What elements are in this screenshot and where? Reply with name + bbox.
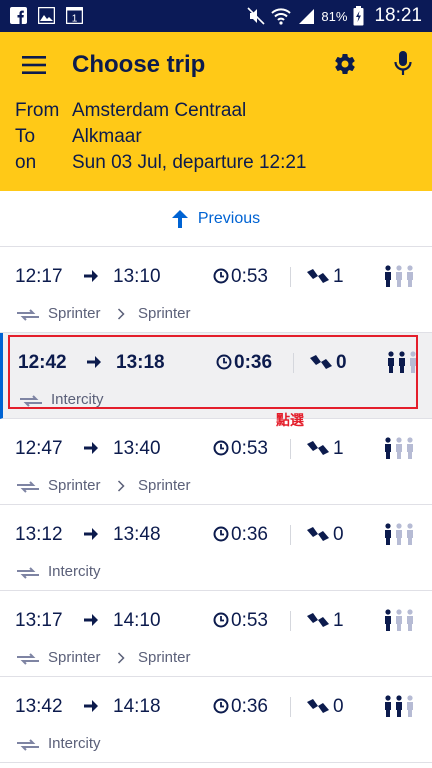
train-icon	[17, 567, 39, 579]
from-station: Amsterdam Centraal	[72, 100, 247, 121]
transfer-icon	[307, 699, 329, 713]
transfer-count: 1	[333, 610, 344, 631]
microphone-icon[interactable]	[394, 51, 412, 77]
date-row[interactable]: on Sun 03 Jul, departure 12:21	[15, 152, 307, 174]
on-label: on	[15, 152, 37, 173]
signal-icon	[299, 9, 315, 24]
transfer-icon	[307, 613, 329, 627]
train-icon	[17, 653, 39, 665]
arrival-time: 14:10	[113, 610, 161, 631]
to-row[interactable]: To Alkmaar	[15, 126, 142, 148]
trip-row[interactable]: 13:12 13:48 0:36 0 Intercity	[0, 505, 432, 591]
transfer-count: 1	[333, 266, 344, 287]
arrow-up-icon	[171, 209, 188, 228]
departure-time: 13:42	[15, 696, 63, 717]
status-bar: 1 81% 18:21	[0, 0, 432, 32]
clock-icon	[213, 268, 229, 284]
highlight-box	[8, 335, 418, 409]
from-row[interactable]: From Amsterdam Centraal	[15, 100, 246, 122]
train-type-second: Sprinter	[138, 305, 191, 322]
departure-datetime: Sun 03 Jul, departure 12:21	[72, 152, 307, 173]
battery-charging-icon	[353, 6, 364, 26]
train-type: Sprinter	[48, 477, 101, 494]
clock-icon	[213, 526, 229, 542]
to-station: Alkmaar	[72, 126, 142, 147]
transfer-icon	[307, 527, 329, 541]
divider	[290, 697, 291, 717]
status-time: 18:21	[374, 5, 422, 26]
trip-duration: 0:53	[231, 438, 268, 459]
arrival-time: 13:10	[113, 266, 161, 287]
train-icon	[17, 481, 39, 493]
departure-time: 12:17	[15, 266, 63, 287]
train-type: Sprinter	[48, 305, 101, 322]
departure-time: 13:12	[15, 524, 63, 545]
battery-percent: 81%	[321, 8, 348, 24]
train-type-second: Sprinter	[138, 477, 191, 494]
clock-icon	[213, 440, 229, 456]
train-type-second: Sprinter	[138, 649, 191, 666]
train-type: Sprinter	[48, 649, 101, 666]
chevron-right-icon	[117, 652, 125, 664]
divider	[290, 267, 291, 287]
click-annotation: 點選	[276, 413, 304, 429]
crowdedness-icon	[385, 609, 413, 631]
trip-row[interactable]: 12:17 13:10 0:53 1 Sprinter Sprinter	[0, 247, 432, 333]
facebook-icon	[10, 7, 27, 24]
divider	[290, 611, 291, 631]
trip-row[interactable]: 12:47 13:40 0:53 1 Sprinter Sprinter	[0, 419, 432, 505]
crowdedness-icon	[385, 523, 413, 545]
trip-duration: 0:36	[231, 696, 268, 717]
transfer-count: 0	[333, 696, 344, 717]
train-type: Intercity	[48, 735, 101, 752]
divider	[290, 525, 291, 545]
gallery-icon	[38, 7, 55, 24]
previous-button[interactable]: Previous	[0, 191, 432, 247]
from-label: From	[15, 100, 60, 121]
previous-label: Previous	[197, 209, 261, 227]
transfer-count: 1	[333, 438, 344, 459]
arrow-right-icon	[84, 700, 98, 712]
transfer-count: 0	[333, 524, 344, 545]
crowdedness-icon	[385, 437, 413, 459]
train-icon	[17, 309, 39, 321]
app-header: Choose trip From Amsterdam Centraal To Alk…	[0, 32, 432, 191]
settings-gear-icon[interactable]	[333, 52, 357, 76]
trip-duration: 0:53	[231, 610, 268, 631]
clock-icon	[213, 698, 229, 714]
arrival-time: 13:48	[113, 524, 161, 545]
train-icon	[17, 739, 39, 751]
arrow-right-icon	[84, 442, 98, 454]
departure-time: 12:47	[15, 438, 63, 459]
trip-row[interactable]: 13:17 14:10 0:53 1 Sprinter Sprinter	[0, 591, 432, 677]
arrival-time: 13:40	[113, 438, 161, 459]
arrow-right-icon	[84, 270, 98, 282]
crowdedness-icon	[385, 265, 413, 287]
svg-text:1: 1	[72, 14, 78, 25]
departure-time: 13:17	[15, 610, 63, 631]
trip-duration: 0:36	[231, 524, 268, 545]
chevron-right-icon	[117, 308, 125, 320]
trip-duration: 0:53	[231, 266, 268, 287]
crowdedness-icon	[385, 695, 413, 717]
arrow-right-icon	[84, 528, 98, 540]
transfer-icon	[307, 269, 329, 283]
to-label: To	[15, 126, 36, 147]
calendar-icon: 1	[66, 7, 83, 24]
status-right: 81% 18:21	[247, 0, 422, 32]
mute-icon	[247, 7, 265, 25]
page-title: Choose trip	[72, 51, 206, 78]
train-type: Intercity	[48, 563, 101, 580]
wifi-icon	[271, 8, 292, 25]
chevron-right-icon	[117, 480, 125, 492]
divider	[290, 439, 291, 459]
arrival-time: 14:18	[113, 696, 161, 717]
clock-icon	[213, 612, 229, 628]
arrow-right-icon	[84, 614, 98, 626]
trip-row[interactable]: 13:42 14:18 0:36 0 Intercity	[0, 677, 432, 763]
hamburger-menu-icon[interactable]	[22, 55, 46, 75]
transfer-icon	[307, 441, 329, 455]
